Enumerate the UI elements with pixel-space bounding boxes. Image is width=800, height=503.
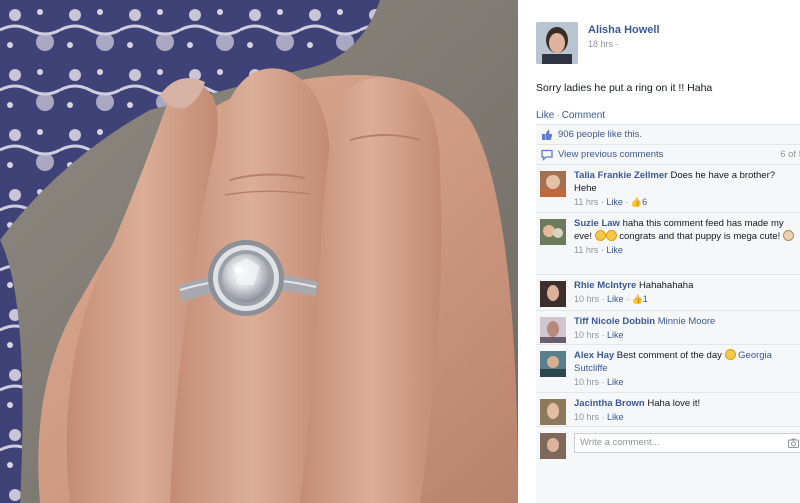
comment-time[interactable]: 10 hrs	[574, 412, 599, 422]
comment-link[interactable]: Comment	[562, 110, 605, 121]
write-comment-placeholder: Write a comment...	[580, 437, 660, 448]
comment-count: 6 of 5	[780, 149, 800, 160]
smiley-emoji-icon	[724, 349, 736, 360]
comment-tagged-user[interactable]: Minnie Moore	[658, 316, 716, 327]
likes-summary[interactable]: 906 people like this.	[536, 125, 800, 145]
comment-meta: 11 hrs · Like	[574, 245, 623, 255]
post-timestamp[interactable]: 18 hrs ·	[588, 39, 619, 49]
speech-bubble-icon	[541, 149, 553, 161]
smiley-emoji-icon	[605, 230, 617, 241]
view-previous-label[interactable]: View previous comments	[558, 149, 663, 160]
commenter-avatar[interactable]	[540, 317, 566, 343]
comment-item: Rhie McIntyre Hahahahaha 10 hrs · Like ·…	[536, 275, 800, 311]
comment-item: Talia Frankie Zellmer Does he have a bro…	[536, 165, 800, 213]
comment-like-link[interactable]: Like	[606, 245, 623, 255]
comments-panel: 906 people like this. View previous comm…	[536, 124, 800, 503]
comment-author[interactable]: Alex Hay	[574, 350, 614, 361]
comment-meta: 10 hrs · Like	[574, 377, 624, 387]
smiley-emoji-icon	[594, 230, 606, 241]
comment-time[interactable]: 10 hrs	[574, 294, 599, 304]
post-author-avatar[interactable]	[536, 22, 578, 64]
commenter-avatar[interactable]	[540, 399, 566, 425]
comment-author[interactable]: Rhie McIntyre	[574, 280, 636, 291]
comment-meta: 10 hrs · Like	[574, 412, 624, 422]
post-actions: Like · Comment	[536, 110, 605, 121]
post-photo[interactable]	[0, 0, 518, 503]
ring-photo-illustration	[0, 0, 518, 503]
thumbs-up-icon	[542, 130, 553, 140]
thumbs-up-icon: 👍	[630, 197, 643, 207]
comment-like-link[interactable]: Like	[607, 294, 624, 304]
write-comment-input[interactable]: Write a comment...	[574, 433, 800, 453]
commenter-avatar[interactable]	[540, 219, 566, 245]
comment-meta: 10 hrs · Like	[574, 330, 624, 340]
comment-text-continued: congrats and that puppy is mega cute!	[619, 231, 781, 242]
comment-like-link[interactable]: Like	[607, 330, 624, 340]
comment-time[interactable]: 10 hrs	[574, 377, 599, 387]
like-link[interactable]: Like	[536, 110, 554, 121]
dog-emoji-icon	[782, 230, 794, 241]
commenter-avatar[interactable]	[540, 171, 566, 197]
comment-author[interactable]: Tiff Nicole Dobbin	[574, 316, 655, 327]
comment-like-link[interactable]: Like	[607, 377, 624, 387]
comment-meta: 11 hrs · Like · 👍6	[574, 197, 648, 207]
comment-like-link[interactable]: Like	[606, 197, 623, 207]
comment-item: Alex Hay Best comment of the day Georgia…	[536, 345, 800, 393]
post-message: Sorry ladies he put a ring on it !! Haha	[536, 82, 713, 94]
comment-item: Suzie Law haha this comment feed has mad…	[536, 213, 800, 275]
post-author-name[interactable]: Alisha Howell	[588, 24, 660, 36]
comment-time[interactable]: 11 hrs	[574, 245, 598, 255]
view-previous-comments[interactable]: View previous comments 6 of 5	[536, 145, 800, 165]
comment-like-count[interactable]: 1	[643, 294, 648, 304]
comment-text: Haha love it!	[647, 398, 701, 409]
comment-time[interactable]: 10 hrs	[574, 330, 599, 340]
comment-text: Hahahahaha	[638, 280, 694, 291]
thumbs-up-icon: 👍	[631, 294, 643, 304]
comment-like-count[interactable]: 6	[642, 197, 647, 207]
commenter-avatar[interactable]	[540, 281, 566, 307]
comment-author[interactable]: Suzie Law	[574, 218, 620, 229]
comment-time[interactable]: 11 hrs	[574, 197, 598, 207]
likes-count-text: 906 people like this.	[558, 129, 642, 140]
commenter-avatar[interactable]	[540, 351, 566, 377]
comment-meta: 10 hrs · Like · 👍1	[574, 294, 648, 304]
post-side-panel: Alisha Howell 18 hrs · Sorry ladies he p…	[518, 0, 800, 503]
write-comment-row: Write a comment...	[536, 427, 800, 461]
comment-author[interactable]: Talia Frankie Zellmer	[574, 170, 668, 181]
current-user-avatar	[540, 433, 566, 459]
comment-text: Best comment of the day	[616, 350, 722, 361]
comment-like-link[interactable]: Like	[607, 412, 624, 422]
comment-author[interactable]: Jacintha Brown	[574, 398, 645, 409]
comment-item: Jacintha Brown Haha love it! 10 hrs · Li…	[536, 393, 800, 427]
post-header: Alisha Howell 18 hrs ·	[536, 22, 800, 66]
camera-icon[interactable]	[788, 438, 799, 448]
comment-item: Tiff Nicole Dobbin Minnie Moore 10 hrs ·…	[536, 311, 800, 345]
separator-dot: ·	[556, 110, 560, 121]
